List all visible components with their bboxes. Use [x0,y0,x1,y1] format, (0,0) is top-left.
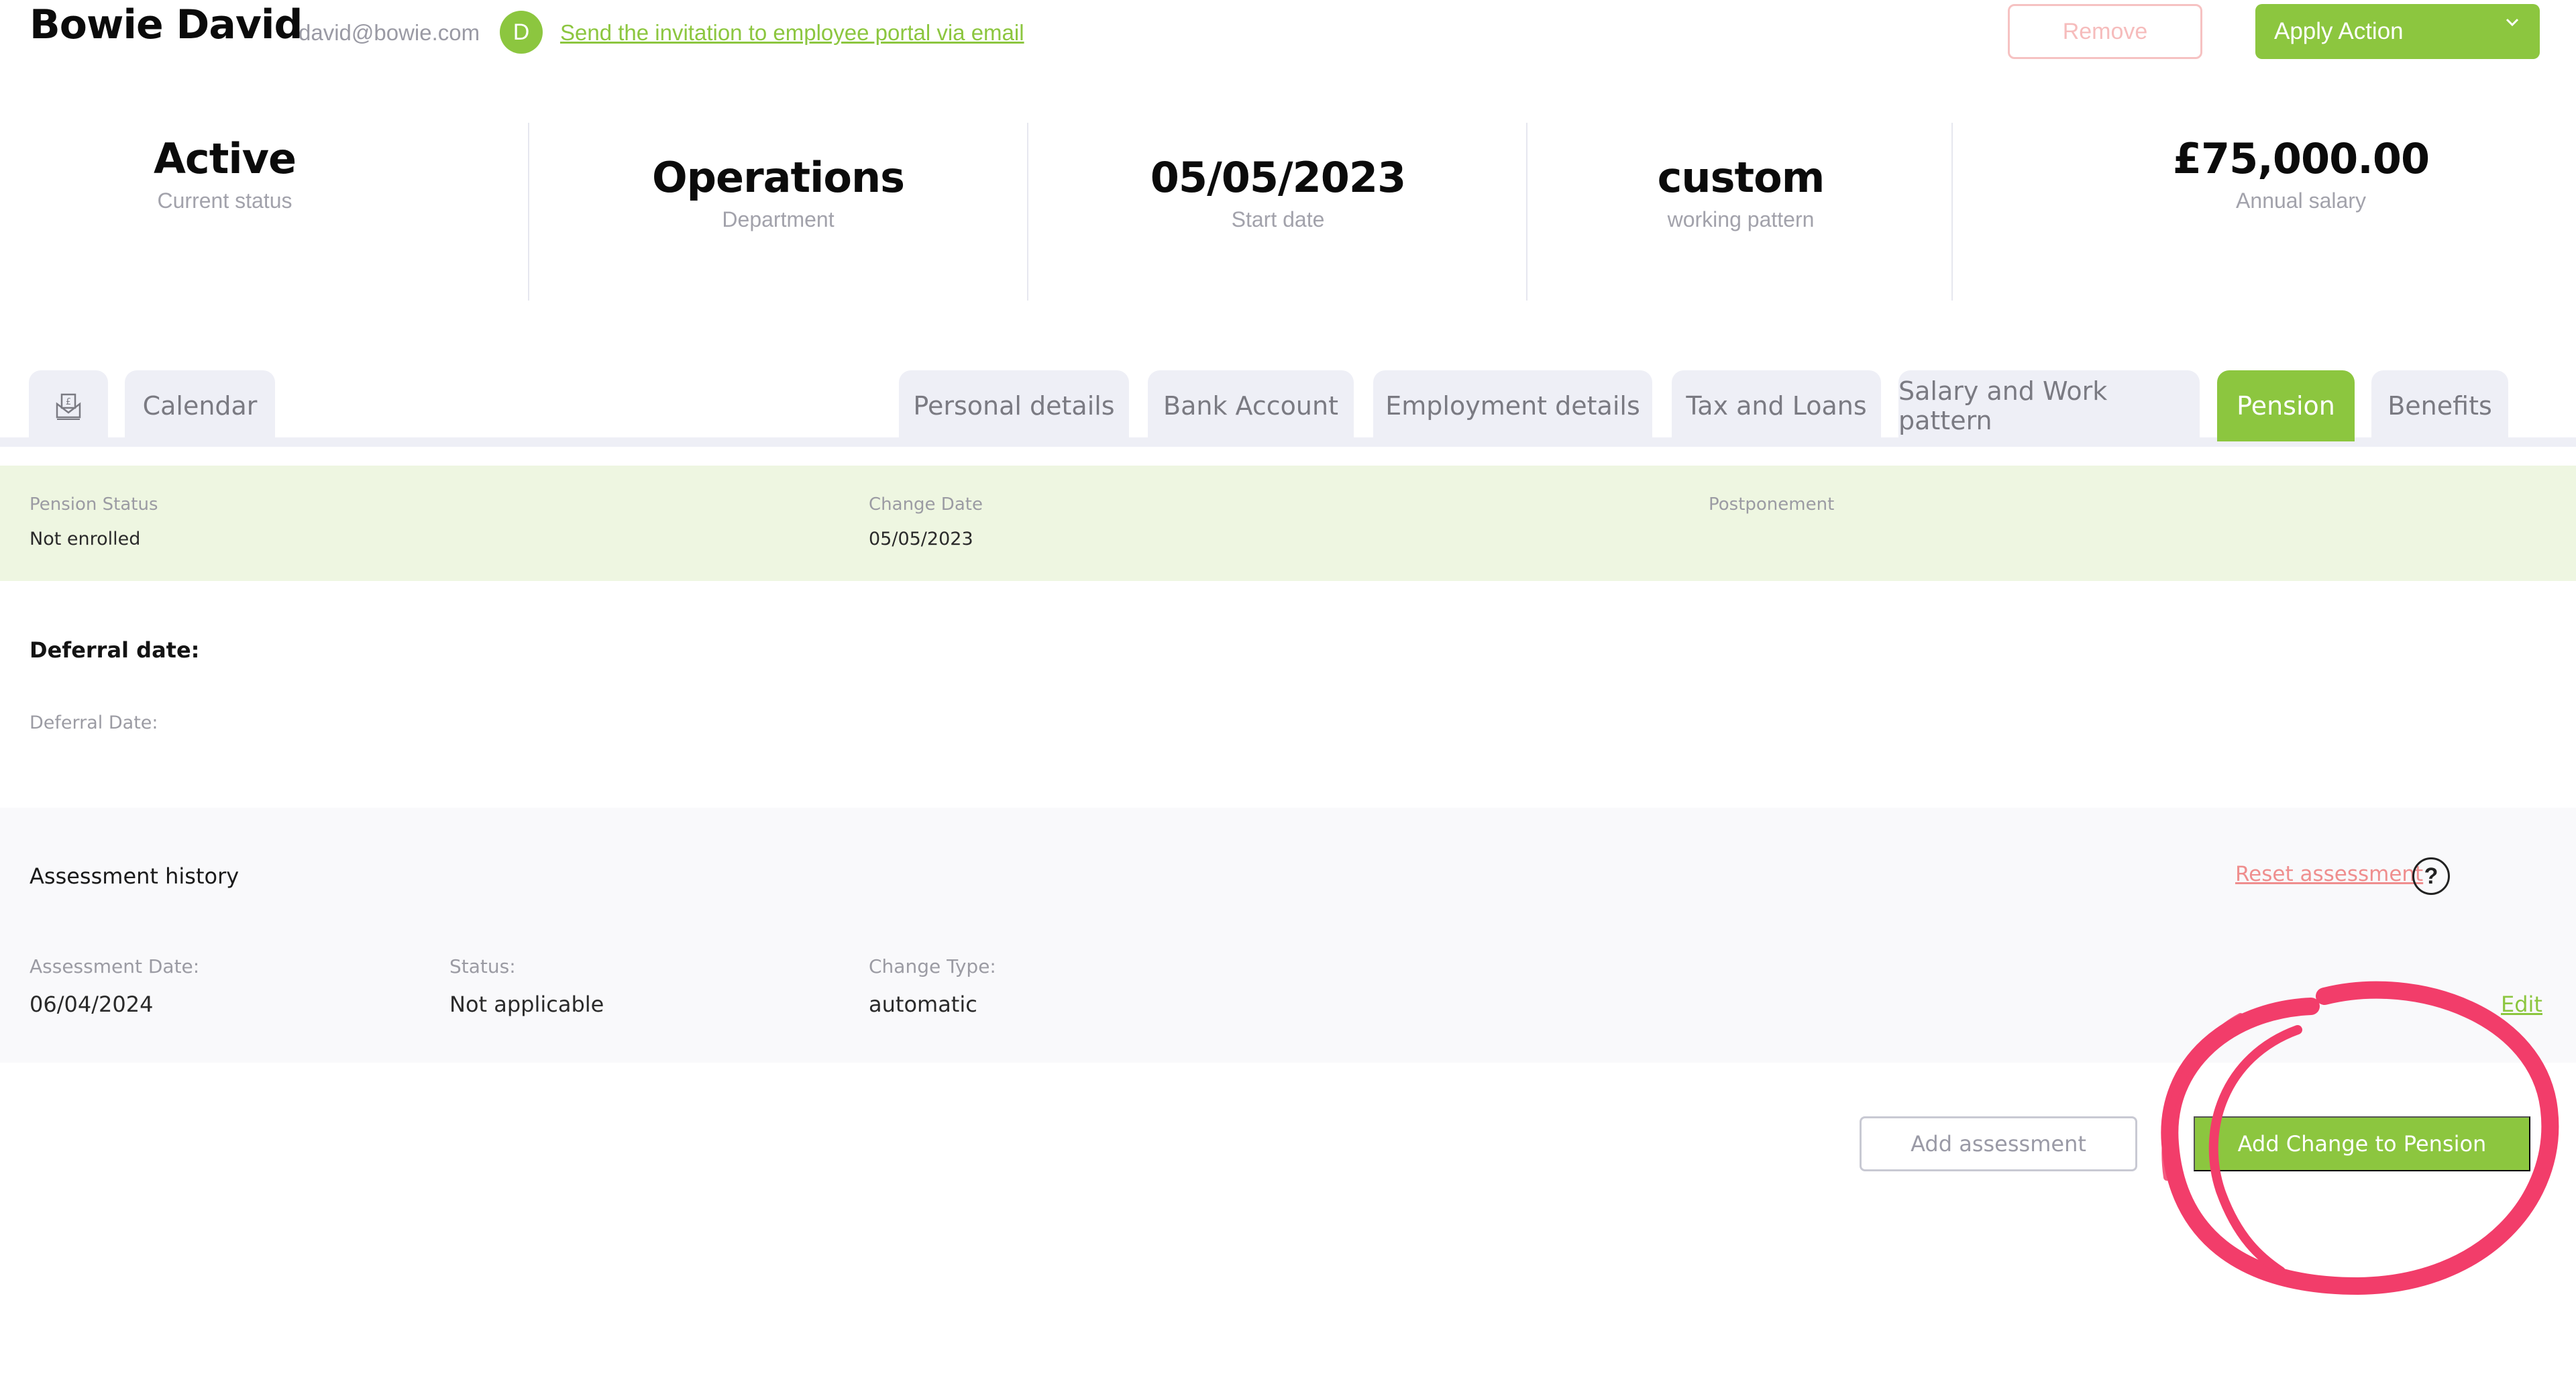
tab-employment-details[interactable]: Employment details [1373,370,1652,441]
employee-name: Bowie David [30,1,303,48]
assessment-status-value: Not applicable [449,992,604,1017]
send-invitation-link[interactable]: Send the invitation to employee portal v… [560,20,1024,46]
assessment-date-value: 06/04/2024 [30,992,154,1017]
apply-action-label: Apply Action [2274,18,2404,44]
add-change-to-pension-button[interactable]: Add Change to Pension [2194,1116,2530,1171]
divider [1951,123,1953,301]
question-circle-icon[interactable]: ? [2412,857,2450,895]
tab-payslips[interactable]: £ [29,370,108,441]
stat-label: Annual salary [2236,189,2366,213]
edit-assessment-link[interactable]: Edit [2501,992,2542,1017]
payslip-envelope-pound-icon: £ [56,393,81,420]
column-header-assessment-date: Assessment Date: [30,955,200,977]
employee-email: david@bowie.com [299,20,480,45]
divider [1526,123,1527,301]
stat-department: Operations Department [584,153,973,232]
pension-status-value: Not enrolled [30,529,141,549]
stat-value: Operations [651,153,905,202]
deferral-date-label: Deferral Date: [30,712,158,733]
tab-pension[interactable]: Pension [2217,370,2355,441]
change-date-label: Change Date [869,494,983,515]
tab-bank-account[interactable]: Bank Account [1148,370,1354,441]
avatar: D [500,11,543,54]
tab-benefits[interactable]: Benefits [2371,370,2508,441]
divider [528,123,529,301]
stat-label: Current status [157,189,292,213]
stat-value: custom [1657,153,1825,202]
assessment-change-type-value: automatic [869,992,977,1017]
chevron-down-icon [2506,18,2519,27]
tab-calendar[interactable]: Calendar [125,370,275,441]
deferral-section-title: Deferral date: [30,637,200,663]
column-header-status: Status: [449,955,516,977]
stat-current-status: Active Current status [87,134,362,213]
stat-label: working pattern [1667,207,1815,231]
stat-value: £75,000.00 [2172,134,2430,183]
divider [1027,123,1028,301]
stat-label: Department [722,207,835,231]
assessment-history-title: Assessment history [30,863,239,889]
assessment-history-panel [0,808,2576,1063]
remove-button[interactable]: Remove [2008,4,2202,59]
stat-working-pattern: custom working pattern [1563,153,1919,232]
add-assessment-button[interactable]: Add assessment [1860,1116,2137,1171]
tab-tax-and-loans[interactable]: Tax and Loans [1672,370,1881,441]
stat-annual-salary: £75,000.00 Annual salary [2100,134,2502,213]
tab-salary-and-work-pattern[interactable]: Salary and Work pattern [1898,370,2200,441]
stat-value: Active [153,134,297,183]
postponement-label: Postponement [1709,494,1835,515]
stat-start-date: 05/05/2023 Start date [1087,153,1469,232]
pension-status-panel [0,466,2576,581]
stat-label: Start date [1231,207,1325,231]
column-header-change-type: Change Type: [869,955,996,977]
apply-action-dropdown[interactable]: Apply Action [2255,4,2540,59]
change-date-value: 05/05/2023 [869,529,973,549]
stat-value: 05/05/2023 [1150,153,1406,202]
reset-assessment-link[interactable]: Reset assessment [2235,862,2423,886]
tab-personal-details[interactable]: Personal details [899,370,1129,441]
svg-text:£: £ [66,397,71,407]
pension-status-label: Pension Status [30,494,158,515]
